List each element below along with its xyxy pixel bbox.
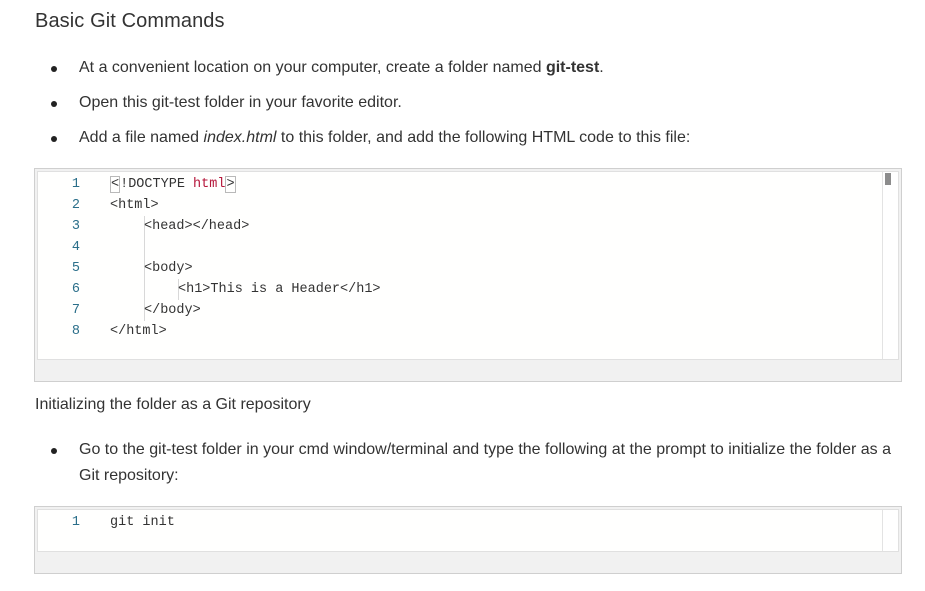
vertical-scrollbar[interactable] [882, 172, 898, 359]
line-number-gutter: 1 2 3 4 5 6 7 8 [38, 174, 96, 342]
line-number: 1 [71, 515, 80, 530]
list-item: At a convenient location on your compute… [0, 55, 904, 81]
code-line: </body> [144, 303, 201, 318]
line-number: 8 [71, 324, 80, 339]
section-title: Basic Git Commands [35, 10, 225, 32]
instruction-list-2: Go to the git-test folder in your cmd wi… [0, 437, 925, 489]
code-lines: git init [110, 512, 878, 533]
code-editor[interactable]: 1 git init [37, 509, 899, 552]
instruction-list: At a convenient location on your compute… [0, 55, 925, 151]
code-line: <head></head> [144, 219, 250, 234]
file-name: index.html [203, 129, 277, 146]
list-item: Add a file named index.html to this fold… [0, 125, 904, 151]
line-number: 2 [71, 198, 80, 213]
line-number: 4 [71, 240, 80, 255]
line-number: 3 [71, 219, 80, 234]
list-item: Go to the git-test folder in your cmd wi… [0, 437, 904, 489]
folder-name: git-test [545, 59, 600, 76]
list-item: Open this git-test folder in your favori… [0, 90, 904, 116]
line-number: 7 [71, 303, 80, 318]
code-block-terminal: 1 git init [34, 506, 902, 574]
scrollbar-thumb[interactable] [885, 173, 891, 185]
code-block-html: 1 2 3 4 5 6 7 8 <!DOCTYPE html> <html> <… [34, 168, 902, 382]
vertical-scrollbar[interactable] [882, 510, 898, 551]
line-number: 5 [71, 261, 80, 276]
code-editor[interactable]: 1 2 3 4 5 6 7 8 <!DOCTYPE html> <html> <… [37, 171, 899, 360]
code-line: <body> [144, 261, 193, 276]
code-line: <h1>This is a Header</h1> [178, 282, 381, 297]
code-line: <!DOCTYPE html> [110, 176, 236, 193]
line-number: 6 [71, 282, 80, 297]
code-line: git init [110, 515, 175, 530]
code-lines: <!DOCTYPE html> <html> <head></head> <bo… [110, 174, 878, 342]
line-number: 1 [71, 177, 80, 192]
code-line: <html> [110, 198, 159, 213]
subheading: Initializing the folder as a Git reposit… [35, 396, 311, 413]
code-line: </html> [110, 324, 167, 339]
line-number-gutter: 1 [38, 512, 96, 533]
